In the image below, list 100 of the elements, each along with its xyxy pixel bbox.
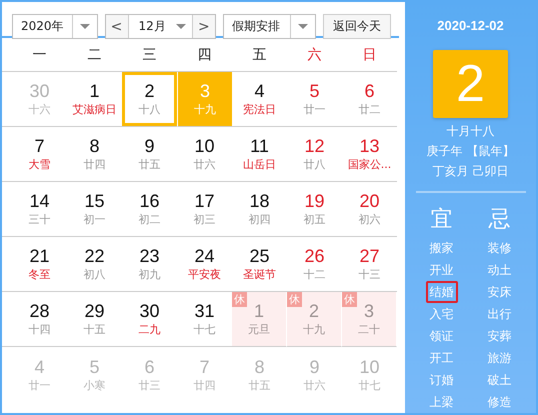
lunar-date: 十六 (28, 103, 50, 117)
day-number: 1 (89, 81, 100, 101)
day-number: 4 (34, 356, 44, 376)
weekday-header: 六 (287, 38, 342, 72)
day-cell[interactable]: 29 十五 (67, 292, 122, 347)
lunar-date: 山岳日 (243, 158, 276, 172)
day-cell[interactable]: 28 十四 (2, 292, 67, 347)
day-number: 30 (29, 81, 50, 101)
day-cell[interactable]: 23 初九 (122, 237, 177, 292)
lunar-date: 廿八 (304, 158, 326, 172)
day-number: 31 (194, 301, 215, 321)
day-cell[interactable]: 20 初六 (342, 182, 397, 237)
lunar-date: 大雪 (28, 158, 50, 172)
day-number: 8 (89, 136, 100, 156)
day-number: 2 (144, 81, 154, 101)
lunar-date: 十八 (138, 103, 160, 117)
day-cell[interactable]: 10 廿六 (177, 127, 232, 182)
day-number: 3 (364, 301, 374, 321)
lunar-date: 廿一 (304, 103, 326, 117)
lunar-info: 十月十八 (446, 123, 494, 140)
lunar-date: 宪法日 (243, 103, 276, 117)
day-number: 3 (200, 81, 210, 101)
day-cell[interactable]: 4 宪法日 (232, 72, 287, 127)
day-cell[interactable]: 1 艾滋病日 (67, 72, 122, 127)
holiday-dropdown[interactable]: 假期安排 (222, 14, 316, 39)
day-number: 8 (254, 356, 264, 376)
day-number: 23 (139, 246, 160, 266)
previous-month-button[interactable]: < (106, 15, 128, 38)
weekday-header: 一 (2, 38, 67, 72)
day-cell[interactable]: 2 十八 (122, 72, 177, 127)
weekday-header: 五 (232, 38, 287, 72)
day-cell[interactable]: 3 二十 休 (342, 292, 397, 347)
day-cell[interactable]: 18 初四 (232, 182, 287, 237)
day-cell[interactable]: 30 二九 (122, 292, 177, 347)
day-number: 20 (359, 191, 380, 211)
lunar-date: 廿四 (84, 158, 106, 172)
big-day-number: 2 (433, 50, 508, 118)
rest-badge: 休 (342, 292, 357, 307)
day-number: 21 (29, 246, 50, 266)
day-cell[interactable]: 24 平安夜 (177, 237, 232, 292)
day-number: 9 (144, 136, 154, 156)
lunar-date: 圣诞节 (243, 268, 276, 282)
day-cell[interactable]: 15 初一 (67, 182, 122, 237)
day-cell[interactable]: 22 初八 (67, 237, 122, 292)
day-number: 28 (29, 301, 50, 321)
day-number: 5 (89, 356, 100, 376)
day-cell[interactable]: 14 三十 (2, 182, 67, 237)
day-number: 10 (359, 356, 380, 376)
lunar-date: 二十 (358, 323, 380, 337)
day-number: 1 (254, 301, 264, 321)
lunar-date: 十九 (303, 323, 325, 337)
weekday-header: 三 (122, 38, 177, 72)
day-number: 6 (364, 81, 374, 101)
lunar-info: 庚子年 【鼠年】 (426, 143, 514, 160)
caret-icon (176, 24, 186, 29)
day-cell[interactable]: 1 元旦 休 (232, 292, 287, 347)
day-cell[interactable]: 12 廿八 (287, 127, 342, 182)
lunar-date: 初八 (84, 268, 106, 282)
lunar-date: 初五 (304, 213, 326, 227)
day-cell[interactable]: 16 初二 (122, 182, 177, 237)
day-cell[interactable]: 2 十九 休 (287, 292, 342, 347)
lunar-date: 初一 (84, 213, 106, 227)
caret-icon (298, 24, 308, 29)
lunar-date: 廿二 (358, 103, 380, 117)
lunar-date: 廿六 (304, 378, 326, 392)
inauspicious-heading: 忌 (488, 206, 510, 234)
lunar-date: 初六 (358, 213, 380, 227)
day-cell[interactable]: 21 冬至 (2, 237, 67, 292)
day-cell[interactable]: 11 山岳日 (232, 127, 287, 182)
day-cell[interactable]: 17 初三 (177, 182, 232, 237)
day-number: 24 (194, 246, 215, 266)
lunar-date: 廿三 (138, 378, 160, 392)
day-cell[interactable]: 6 廿二 (342, 72, 397, 127)
lunar-date: 十五 (84, 323, 106, 337)
day-number: 9 (309, 356, 320, 376)
lunar-date: 十三 (358, 268, 380, 282)
rest-badge: 休 (232, 292, 247, 307)
day-number: 17 (194, 191, 215, 211)
day-cell[interactable]: 8 廿四 (67, 127, 122, 182)
day-number: 7 (199, 356, 210, 376)
year-dropdown[interactable]: 2020年 (12, 14, 98, 39)
weekday-header: 日 (342, 38, 397, 72)
day-cell[interactable]: 7 大雪 (2, 127, 67, 182)
lunar-date: 小寒 (84, 378, 106, 392)
day-number: 29 (84, 301, 105, 321)
lunar-info: 丁亥月 己卯日 (432, 163, 508, 180)
weekday-header: 二 (67, 38, 122, 72)
day-cell[interactable]: 13 国家公... (342, 127, 397, 182)
day-number: 27 (359, 246, 380, 266)
day-number: 2 (308, 301, 319, 321)
day-number: 14 (29, 191, 50, 211)
day-cell[interactable]: 9 廿五 (122, 127, 177, 182)
day-cell[interactable]: 19 初五 (287, 182, 342, 237)
day-cell[interactable]: 5 廿一 (287, 72, 342, 127)
lunar-date: 廿五 (248, 378, 270, 392)
lunar-date: 艾滋病日 (72, 103, 116, 117)
lunar-date: 三十 (28, 213, 50, 227)
next-month-button[interactable]: > (192, 15, 215, 38)
day-number: 19 (304, 191, 325, 211)
back-to-today-button[interactable]: 返回今天 (322, 14, 391, 39)
